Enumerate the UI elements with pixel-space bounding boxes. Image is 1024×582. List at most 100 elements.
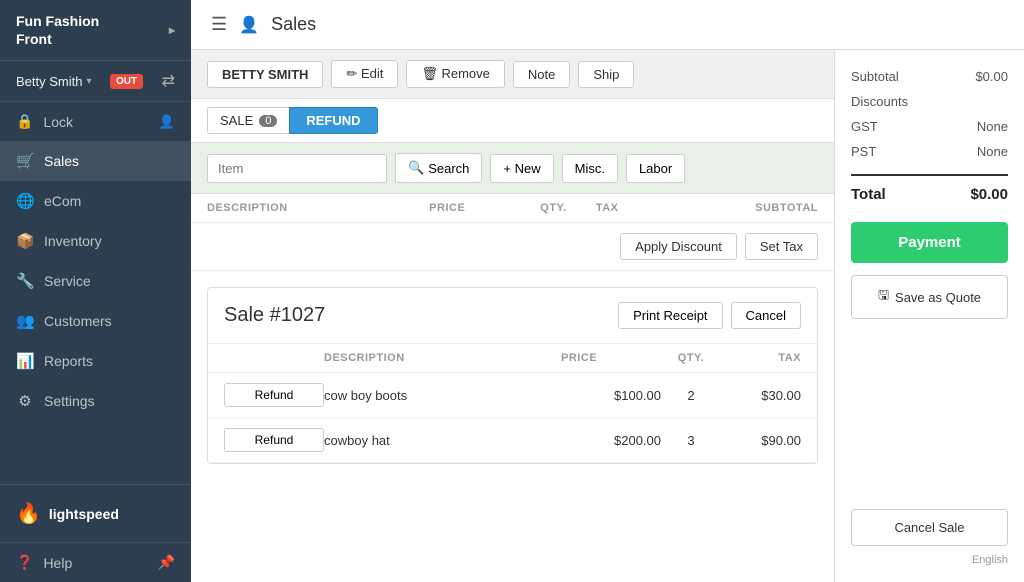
right-panel-spacer [851, 323, 1008, 505]
labor-button[interactable]: Labor [626, 154, 685, 183]
app-title: Fun Fashion Front [16, 12, 99, 48]
hamburger-icon[interactable]: ☰ [211, 14, 227, 35]
item-row: 🔍 Search + New Misc. Labor [191, 143, 834, 194]
user-status-badge: OUT [110, 74, 143, 89]
customer-bar: BETTY SMITH ✏ Edit 🗑 Remove Note Ship [191, 50, 834, 99]
refund-row-1-description: cow boy boots [324, 388, 561, 403]
refund-row-1-button[interactable]: Refund [224, 383, 324, 407]
ecom-icon: 🌐 [16, 192, 34, 210]
sales-icon: 🛒 [16, 152, 34, 170]
sidebar-item-settings[interactable]: ⚙ Settings [0, 381, 191, 421]
sidebar-toggle-icon[interactable]: ▸ [169, 23, 175, 37]
cancel-refund-button[interactable]: Cancel [731, 302, 801, 329]
settings-icon: ⚙ [16, 392, 34, 410]
user-row: Betty Smith ▾ OUT ⇄ [0, 61, 191, 102]
refund-row-1-price: $100.00 [561, 388, 661, 403]
search-button[interactable]: 🔍 Search [395, 153, 482, 183]
page-title-icon: 👤 [239, 15, 259, 35]
refund-card-header: Sale #1027 Print Receipt Cancel [208, 288, 817, 344]
refund-row-2: Refund cowboy hat $200.00 3 $90.00 [208, 418, 817, 463]
lightspeed-logo: 🔥 lightspeed [0, 485, 191, 542]
discounts-row: Discounts [851, 91, 1008, 112]
new-item-button[interactable]: + New [490, 154, 553, 183]
sidebar-bottom: 🔥 lightspeed ❓ Help 📌 [0, 484, 191, 582]
remove-button[interactable]: 🗑 Remove [406, 60, 505, 88]
refund-button[interactable]: REFUND [289, 107, 377, 134]
gst-row: GST None [851, 116, 1008, 137]
cancel-sale-button[interactable]: Cancel Sale [851, 509, 1008, 546]
lock-person-icon: 👤 [159, 114, 175, 130]
top-header: ☰ 👤 Sales [191, 0, 1024, 50]
user-dropdown-icon: ▾ [86, 76, 91, 87]
refund-row-2-price: $200.00 [561, 433, 661, 448]
customers-icon: 👥 [16, 312, 34, 330]
sale-count-badge: 0 [259, 115, 277, 127]
subtotal-row: Subtotal $0.00 [851, 66, 1008, 87]
customer-name-button[interactable]: BETTY SMITH [207, 61, 323, 88]
sale-tab[interactable]: SALE 0 [207, 107, 289, 134]
refund-row-1-tax: $30.00 [721, 388, 801, 403]
note-button[interactable]: Note [513, 61, 570, 88]
subtotal-label: Subtotal [851, 69, 899, 84]
content-area: BETTY SMITH ✏ Edit 🗑 Remove Note Ship SA… [191, 50, 1024, 582]
pst-label: PST [851, 144, 876, 159]
print-receipt-button[interactable]: Print Receipt [618, 302, 722, 329]
edit-button[interactable]: ✏ Edit [331, 60, 398, 88]
total-row: Total $0.00 [851, 174, 1008, 206]
reports-icon: 📊 [16, 352, 34, 370]
discount-row: Apply Discount Set Tax [191, 223, 834, 271]
pin-icon[interactable]: 📌 [158, 554, 175, 571]
service-icon: 🔧 [16, 272, 34, 290]
user-name[interactable]: Betty Smith ▾ [16, 74, 92, 89]
item-search-input[interactable] [207, 154, 387, 183]
inventory-icon: 📦 [16, 232, 34, 250]
search-icon: 🔍 [408, 160, 424, 176]
sales-panel: BETTY SMITH ✏ Edit 🗑 Remove Note Ship SA… [191, 50, 834, 582]
sidebar-item-inventory[interactable]: 📦 Inventory [0, 221, 191, 261]
right-panel: Subtotal $0.00 Discounts GST None PST No… [834, 50, 1024, 582]
lock-icon: 🔒 [16, 113, 33, 130]
refund-row-2-description: cowboy hat [324, 433, 561, 448]
gst-value: None [977, 119, 1008, 134]
lightspeed-flame-icon: 🔥 [16, 501, 41, 526]
sidebar-item-reports[interactable]: 📊 Reports [0, 341, 191, 381]
sidebar: Fun Fashion Front ▸ Betty Smith ▾ OUT ⇄ … [0, 0, 191, 582]
refund-row-1-qty: 2 [661, 388, 721, 403]
switch-user-icon[interactable]: ⇄ [162, 71, 175, 91]
save-quote-icon: 🖫 [878, 286, 889, 308]
language-badge: English [851, 550, 1008, 566]
refund-card: Sale #1027 Print Receipt Cancel DESCRIPT… [207, 287, 818, 464]
discounts-label: Discounts [851, 94, 908, 109]
refund-row-1: Refund cow boy boots $100.00 2 $30.00 [208, 373, 817, 418]
refund-row-2-tax: $90.00 [721, 433, 801, 448]
refund-row-2-button[interactable]: Refund [224, 428, 324, 452]
refund-card-actions: Print Receipt Cancel [618, 302, 801, 329]
sidebar-item-customers[interactable]: 👥 Customers [0, 301, 191, 341]
total-label: Total [851, 186, 886, 203]
sale-tabs: SALE 0 REFUND [191, 99, 834, 143]
sidebar-item-help[interactable]: ❓ Help 📌 [0, 542, 191, 582]
main-content: ☰ 👤 Sales BETTY SMITH ✏ Edit 🗑 Remove No… [191, 0, 1024, 582]
sidebar-item-ecom[interactable]: 🌐 eCom [0, 181, 191, 221]
pst-value: None [977, 144, 1008, 159]
table-header: DESCRIPTION PRICE QTY. TAX SUBTOTAL [191, 194, 834, 223]
payment-button[interactable]: Payment [851, 222, 1008, 263]
page-title: Sales [271, 14, 316, 35]
set-tax-button[interactable]: Set Tax [745, 233, 818, 260]
gst-label: GST [851, 119, 878, 134]
sidebar-header: Fun Fashion Front ▸ [0, 0, 191, 61]
sale-number: Sale #1027 [224, 304, 325, 327]
save-as-quote-button[interactable]: 🖫 Save as Quote [851, 275, 1008, 319]
sidebar-item-sales[interactable]: 🛒 Sales [0, 141, 191, 181]
refund-row-2-qty: 3 [661, 433, 721, 448]
total-value: $0.00 [970, 186, 1008, 203]
help-icon: ❓ [16, 554, 33, 571]
misc-button[interactable]: Misc. [562, 154, 618, 183]
refund-card-table-header: DESCRIPTION PRICE QTY. TAX [208, 344, 817, 373]
sidebar-item-service[interactable]: 🔧 Service [0, 261, 191, 301]
subtotal-value: $0.00 [975, 69, 1008, 84]
ship-button[interactable]: Ship [578, 61, 634, 88]
apply-discount-button[interactable]: Apply Discount [620, 233, 737, 260]
sidebar-item-lock[interactable]: 🔒 Lock 👤 [0, 102, 191, 141]
pst-row: PST None [851, 141, 1008, 162]
